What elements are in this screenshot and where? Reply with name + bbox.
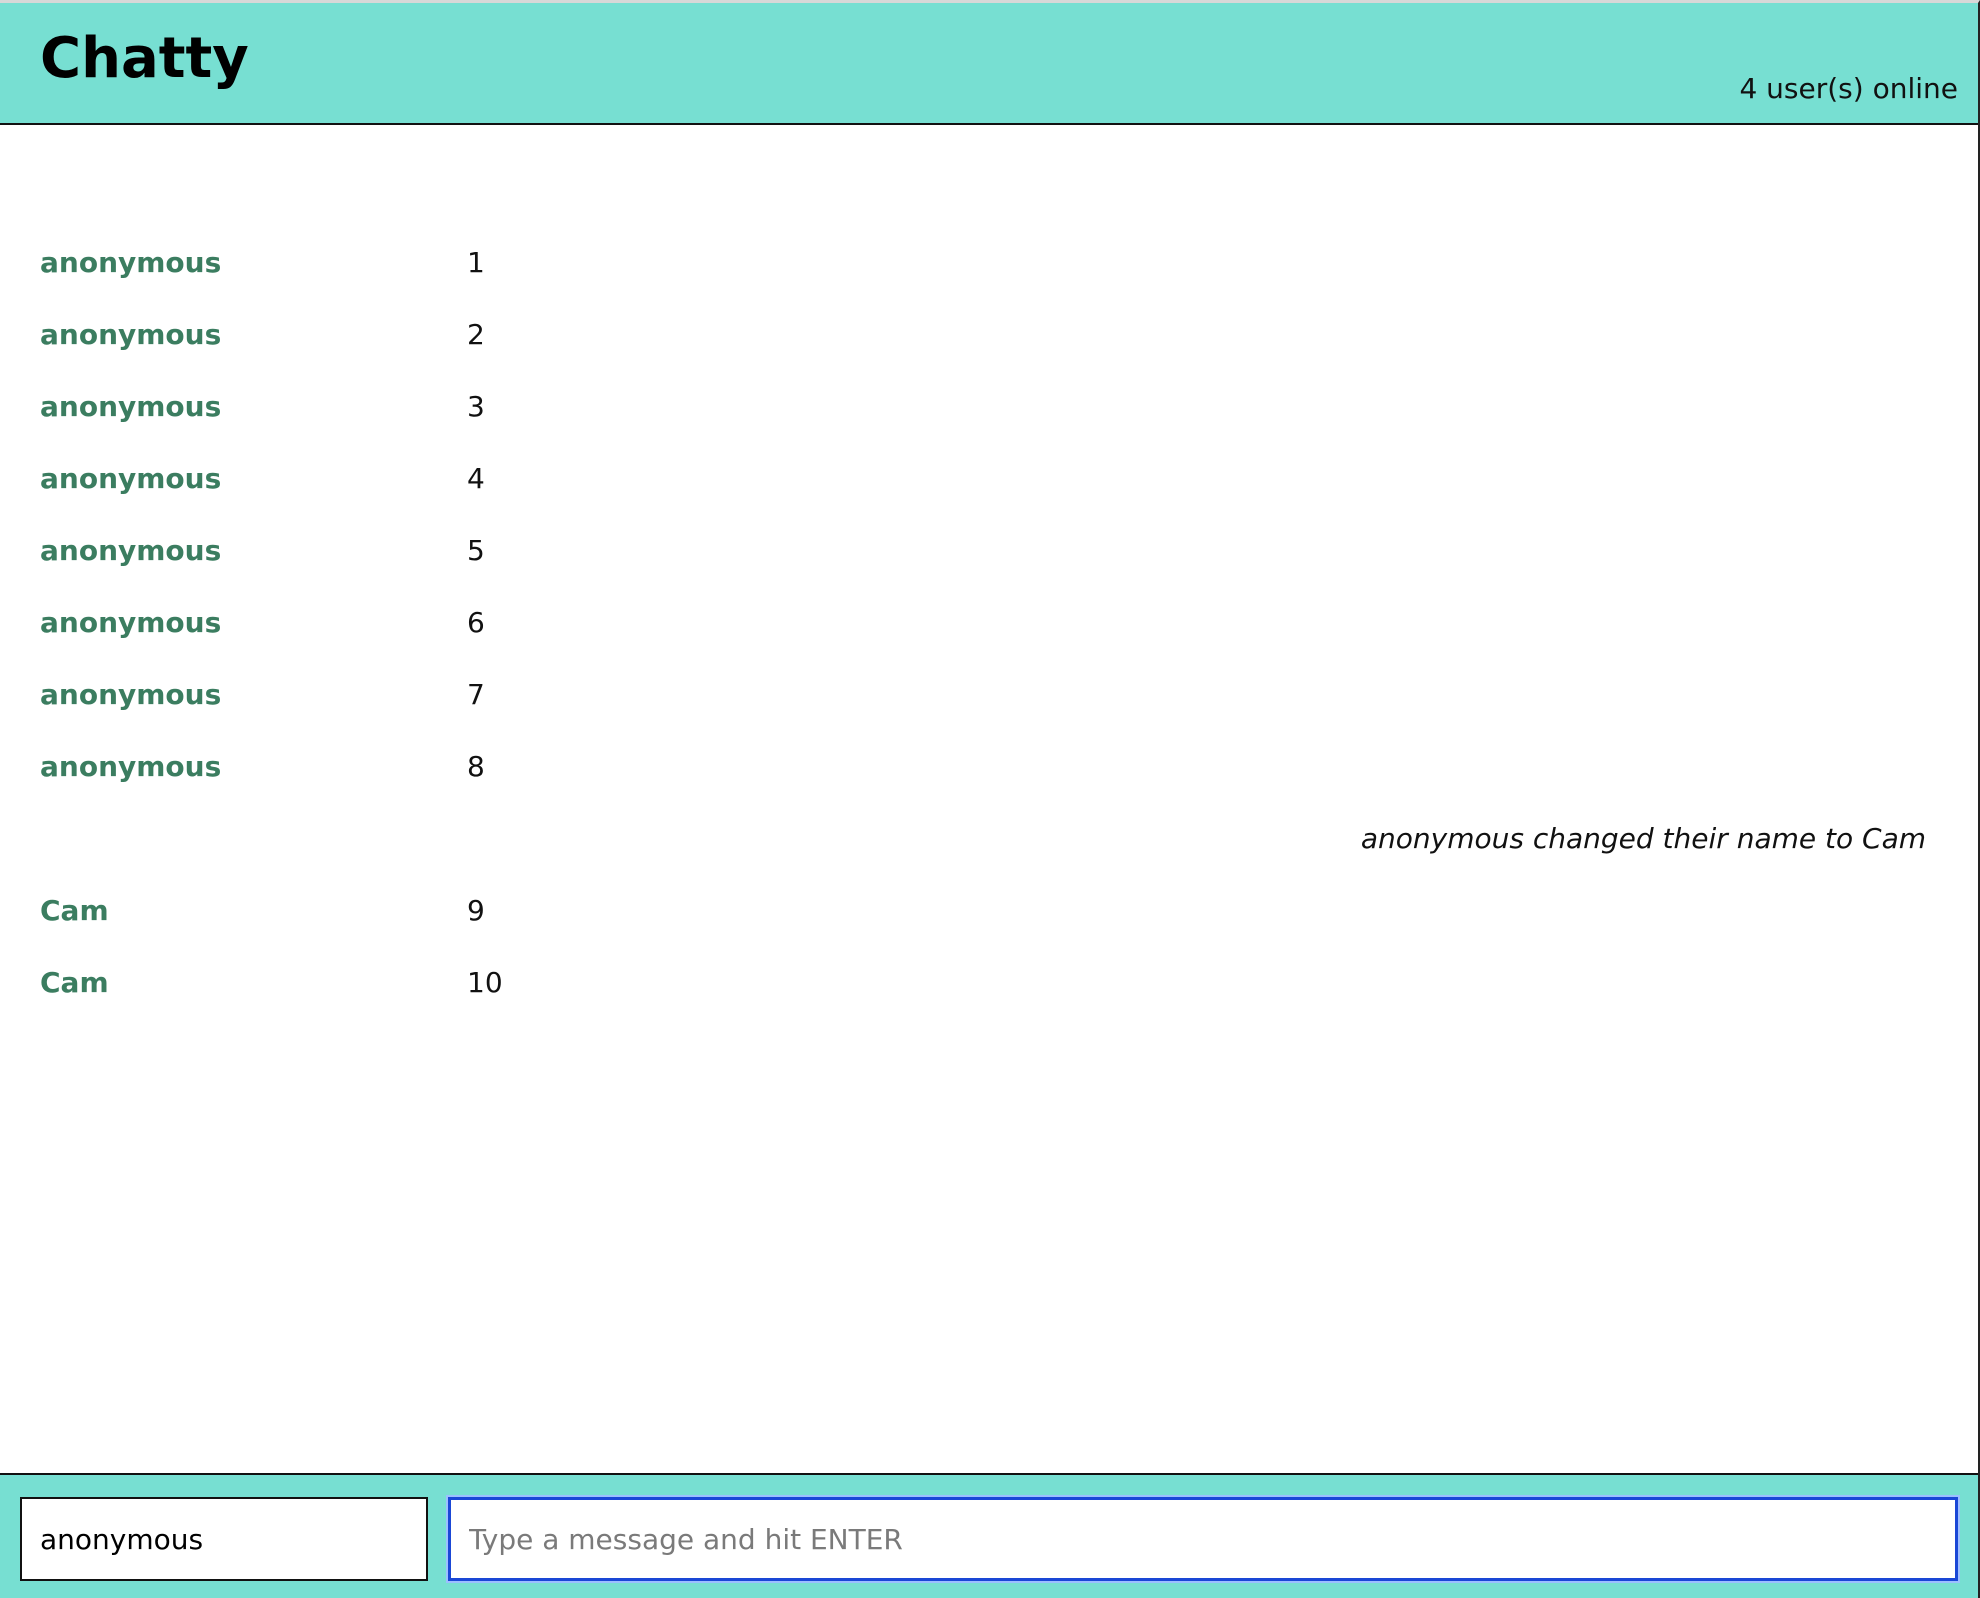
message-username: anonymous	[40, 462, 222, 495]
message-text: 8	[467, 750, 485, 783]
message-input[interactable]	[448, 1497, 1958, 1581]
message-text: 3	[467, 390, 485, 423]
message-text: 6	[467, 606, 485, 639]
message-row: anonymous 3	[40, 393, 1940, 465]
message-username: anonymous	[40, 390, 222, 423]
message-text: 2	[467, 318, 485, 351]
message-list: anonymous 1 anonymous 2 anonymous 3 anon…	[0, 127, 1978, 1473]
message-text: 5	[467, 534, 485, 567]
message-username: anonymous	[40, 750, 222, 783]
message-text: 10	[467, 966, 503, 999]
message-username: anonymous	[40, 318, 222, 351]
header-bar: Chatty 4 user(s) online	[0, 3, 1978, 125]
message-text: 9	[467, 894, 485, 927]
message-username: anonymous	[40, 678, 222, 711]
message-row: Cam 10	[40, 969, 1940, 1041]
message-username: anonymous	[40, 246, 222, 279]
online-count: 4 user(s) online	[1739, 72, 1958, 105]
message-row: anonymous 5	[40, 537, 1940, 609]
message-username: anonymous	[40, 534, 222, 567]
message-text: 4	[467, 462, 485, 495]
composer-bar	[0, 1473, 1978, 1598]
message-text: 1	[467, 246, 485, 279]
message-username: Cam	[40, 966, 109, 999]
message-row: anonymous 1	[40, 249, 1940, 321]
username-input[interactable]	[20, 1497, 428, 1581]
app-title: Chatty	[40, 26, 249, 91]
message-row: anonymous 8	[40, 753, 1940, 825]
message-row: anonymous 2	[40, 321, 1940, 393]
message-row: anonymous 4	[40, 465, 1940, 537]
message-row: anonymous 7	[40, 681, 1940, 753]
system-notice: anonymous changed their name to Cam	[1360, 822, 1926, 855]
message-text: 7	[467, 678, 485, 711]
message-username: Cam	[40, 894, 109, 927]
message-row: anonymous 6	[40, 609, 1940, 681]
chat-app: Chatty 4 user(s) online anonymous 1 anon…	[0, 0, 1980, 1598]
message-username: anonymous	[40, 606, 222, 639]
message-row: Cam 9	[40, 897, 1940, 969]
